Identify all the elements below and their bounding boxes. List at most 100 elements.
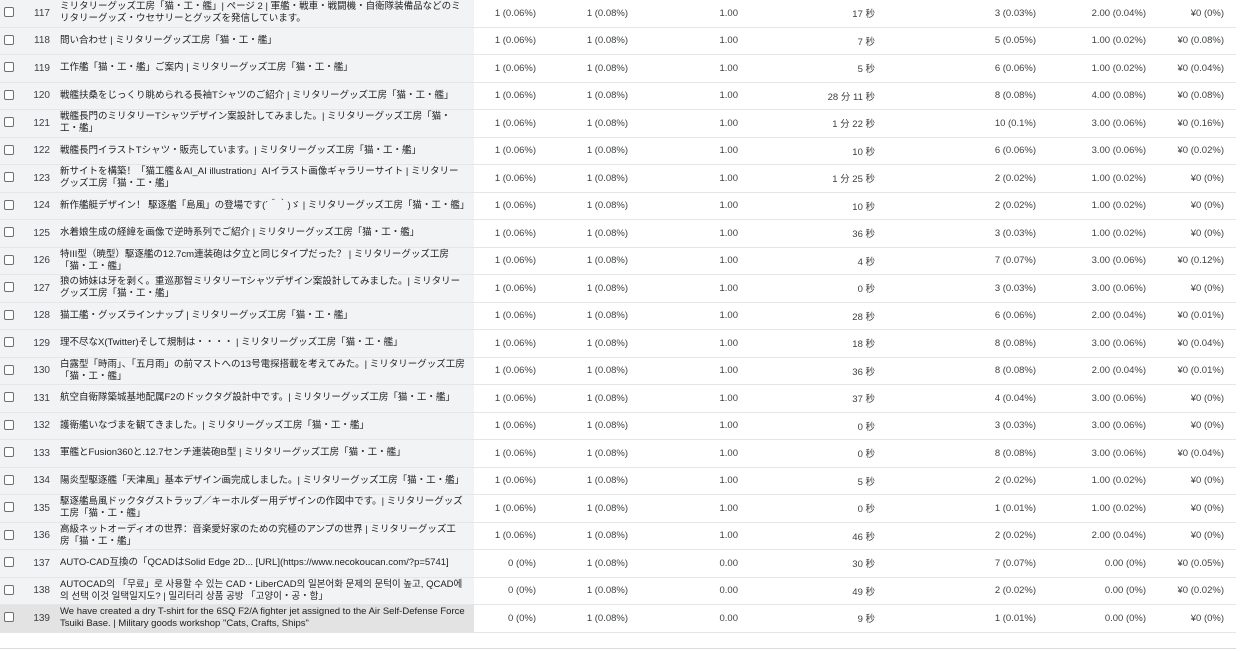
- page-title-cell[interactable]: 猫工艦・グッズラインナップ | ミリタリーグッズ工房「猫・工・艦」: [60, 303, 465, 330]
- revenue-cell: ¥0 (0%): [1190, 502, 1224, 514]
- page-title-cell[interactable]: ミリタリーグッズ工房「猫・工・艦」| ページ 2 | 軍艦・戦車・戦闘機・自衛隊…: [60, 0, 465, 27]
- table-row[interactable]: 139 We have created a dry T-shirt for th…: [0, 605, 1236, 633]
- table-row[interactable]: 137 AUTO-CAD互換の「QCADはSolid Edge 2D... [U…: [0, 550, 1236, 578]
- page-title-cell[interactable]: We have created a dry T-shirt for the 6S…: [60, 605, 465, 632]
- table-row[interactable]: 118 問い合わせ | ミリタリーグッズ工房「猫・工・艦」 1 (0.06%) …: [0, 27, 1236, 55]
- table-row[interactable]: 136 高級ネットオーディオの世界：音楽愛好家のための究極のアンプの世界 | ミ…: [0, 522, 1236, 550]
- page-title-cell[interactable]: 白露型「時雨」、「五月雨」の前マストへの13号電探搭載を考えてみた。| ミリタリ…: [60, 358, 465, 385]
- row-checkbox[interactable]: [4, 612, 14, 622]
- users-cell: 1 (0.08%): [586, 475, 628, 487]
- table-row[interactable]: 121 戦艦長門のミリタリーTシャツデザイン案設計してみました。| ミリタリーグ…: [0, 110, 1236, 138]
- row-checkbox[interactable]: [4, 34, 14, 45]
- table-row[interactable]: 122 戦艦長門イラストTシャツ・販売しています。| ミリタリーグッズ工房「猫・…: [0, 137, 1236, 165]
- table-row[interactable]: 128 猫工艦・グッズラインナップ | ミリタリーグッズ工房「猫・工・艦」 1 …: [0, 302, 1236, 330]
- page-title-cell[interactable]: 陽炎型駆逐艦「天津風」基本デザイン画完成しました。| ミリタリーグッズ工房「猫・…: [60, 468, 465, 495]
- revenue-cell: ¥0 (0.04%): [1177, 62, 1224, 74]
- page-title-cell[interactable]: 理不尽なX(Twitter)そして規制は・・・・ | ミリタリーグッズ工房「猫・…: [60, 330, 465, 357]
- key-events-cell: 3.00 (0.06%): [1091, 447, 1146, 459]
- row-index: 122: [33, 145, 50, 157]
- row-checkbox[interactable]: [4, 7, 14, 17]
- table-row[interactable]: 138 AUTOCAD의 「무료」로 사용할 수 있는 CAD・LiberCAD…: [0, 577, 1236, 605]
- page-title-cell[interactable]: 新サイトを構築！「猫工艦＆AI_AI illustration」AIイラスト画像…: [60, 165, 465, 192]
- row-checkbox[interactable]: [4, 447, 14, 457]
- page-title-cell[interactable]: 狼の姉妹は牙を剥く。重巡那智ミリタリーTシャツデザイン案設計してみました。| ミ…: [60, 275, 465, 302]
- row-checkbox[interactable]: [4, 502, 14, 512]
- sessions-cell: 1 (0.06%): [494, 365, 536, 377]
- engagement-time-cell: 49 秒: [852, 586, 875, 598]
- event-count-cell: 1 (0.01%): [994, 502, 1036, 514]
- table-row[interactable]: 130 白露型「時雨」、「五月雨」の前マストへの13号電探搭載を考えてみた。| …: [0, 357, 1236, 385]
- table-row[interactable]: 132 護衛艦いなづまを観てきました。| ミリタリーグッズ工房「猫・工・艦」 1…: [0, 412, 1236, 440]
- table-row[interactable]: 135 駆逐艦島風ドックタグストラップ／キーホルダー用デザインの作図中です。| …: [0, 495, 1236, 523]
- table-row[interactable]: 125 水着娘生成の経緯を画像で逆時系列でご紹介 | ミリタリーグッズ工房「猫・…: [0, 220, 1236, 248]
- table-row[interactable]: 120 戦艦扶桑をじっくり眺められる長袖Tシャツのご紹介 | ミリタリーグッズ工…: [0, 82, 1236, 110]
- row-checkbox[interactable]: [4, 117, 14, 127]
- table-row[interactable]: 119 工作艦「猫・工・艦」ご案内 | ミリタリーグッズ工房「猫・工・艦」 1 …: [0, 55, 1236, 83]
- sessions-cell: 0 (0%): [508, 585, 536, 597]
- page-title-cell[interactable]: 水着娘生成の経緯を画像で逆時系列でご紹介 | ミリタリーグッズ工房「猫・工・艦」: [60, 220, 465, 247]
- key-events-cell: 3.00 (0.06%): [1091, 337, 1146, 349]
- table-row[interactable]: 129 理不尽なX(Twitter)そして規制は・・・・ | ミリタリーグッズ工…: [0, 330, 1236, 358]
- row-checkbox[interactable]: [4, 144, 14, 155]
- table-row[interactable]: 123 新サイトを構築！「猫工艦＆AI_AI illustration」AIイラ…: [0, 165, 1236, 193]
- row-checkbox[interactable]: [4, 337, 14, 347]
- page-title-cell[interactable]: 戦艦扶桑をじっくり眺められる長袖Tシャツのご紹介 | ミリタリーグッズ工房「猫・…: [60, 83, 465, 110]
- key-events-cell: 3.00 (0.06%): [1091, 392, 1146, 404]
- row-checkbox[interactable]: [4, 392, 14, 402]
- views-per-user-cell: 1.00: [719, 35, 739, 47]
- sessions-cell: 1 (0.06%): [494, 337, 536, 349]
- row-checkbox[interactable]: [4, 309, 14, 320]
- page-title-cell[interactable]: 高級ネットオーディオの世界：音楽愛好家のための究極のアンプの世界 | ミリタリー…: [60, 523, 465, 550]
- revenue-cell: ¥0 (0.04%): [1177, 447, 1224, 459]
- row-checkbox[interactable]: [4, 584, 14, 595]
- key-events-cell: 3.00 (0.06%): [1091, 145, 1146, 157]
- page-title-cell[interactable]: AUTOCAD의 「무료」로 사용할 수 있는 CAD・LiberCAD의 일본…: [60, 578, 465, 605]
- page-title-cell[interactable]: 戦艦長門イラストTシャツ・販売しています。| ミリタリーグッズ工房「猫・工・艦」: [60, 138, 465, 165]
- row-checkbox[interactable]: [4, 199, 14, 210]
- row-checkbox[interactable]: [4, 89, 14, 100]
- row-checkbox[interactable]: [4, 419, 14, 430]
- users-cell: 1 (0.08%): [586, 337, 628, 349]
- sessions-cell: 0 (0%): [508, 612, 536, 624]
- page-title-cell[interactable]: 特III型（暁型）駆逐艦の12.7cm連装砲は夕立と同じタイプだった？ | ミリ…: [60, 248, 465, 275]
- page-title-cell[interactable]: 新作艦艇デザイン！ 駆逐艦「島風」の登場です(´＾｀)ゞ | ミリタリーグッズ工…: [60, 193, 465, 220]
- key-events-cell: 1.00 (0.02%): [1091, 475, 1146, 487]
- key-events-cell: 3.00 (0.06%): [1091, 117, 1146, 129]
- table-row[interactable]: 134 陽炎型駆逐艦「天津風」基本デザイン画完成しました。| ミリタリーグッズ工…: [0, 467, 1236, 495]
- page-title-cell[interactable]: 護衛艦いなづまを観てきました。| ミリタリーグッズ工房「猫・工・艦」: [60, 413, 465, 440]
- row-index: 138: [33, 585, 50, 597]
- revenue-cell: ¥0 (0.02%): [1177, 145, 1224, 157]
- row-checkbox[interactable]: [4, 282, 14, 292]
- row-index: 126: [33, 255, 50, 267]
- page-title-cell[interactable]: 駆逐艦島風ドックタグストラップ／キーホルダー用デザインの作図中です。| ミリタリ…: [60, 495, 465, 522]
- event-count-cell: 3 (0.03%): [994, 420, 1036, 432]
- page-title-cell[interactable]: 戦艦長門のミリタリーTシャツデザイン案設計してみました。| ミリタリーグッズ工房…: [60, 110, 465, 137]
- page-title-cell[interactable]: 航空自衛隊築城基地配属F2のドックタグ設計中です。| ミリタリーグッズ工房「猫・…: [60, 385, 465, 412]
- row-checkbox[interactable]: [4, 529, 14, 540]
- table-row[interactable]: 131 航空自衛隊築城基地配属F2のドックタグ設計中です。| ミリタリーグッズ工…: [0, 385, 1236, 413]
- page-title-cell[interactable]: 問い合わせ | ミリタリーグッズ工房「猫・工・艦」: [60, 28, 465, 55]
- engagement-time-cell: 5 秒: [857, 476, 875, 488]
- row-checkbox[interactable]: [4, 557, 14, 567]
- row-index: 134: [33, 475, 50, 487]
- users-cell: 1 (0.08%): [586, 612, 628, 624]
- sessions-cell: 1 (0.06%): [494, 282, 536, 294]
- page-title-cell[interactable]: 工作艦「猫・工・艦」ご案内 | ミリタリーグッズ工房「猫・工・艦」: [60, 55, 465, 82]
- table-row[interactable]: 133 軍艦とFusion360と.12.7センチ連装砲B型 | ミリタリーグッ…: [0, 440, 1236, 468]
- table-row[interactable]: 124 新作艦艇デザイン！ 駆逐艦「島風」の登場です(´＾｀)ゞ | ミリタリー…: [0, 192, 1236, 220]
- row-checkbox[interactable]: [4, 254, 14, 265]
- table-row[interactable]: 127 狼の姉妹は牙を剥く。重巡那智ミリタリーTシャツデザイン案設計してみました…: [0, 275, 1236, 303]
- row-checkbox[interactable]: [4, 227, 14, 237]
- row-checkbox[interactable]: [4, 364, 14, 375]
- row-checkbox[interactable]: [4, 474, 14, 485]
- row-checkbox[interactable]: [4, 62, 14, 72]
- row-index: 131: [33, 392, 50, 404]
- event-count-cell: 6 (0.06%): [994, 62, 1036, 74]
- page-title-cell[interactable]: AUTO-CAD互換の「QCADはSolid Edge 2D... [URL](…: [60, 550, 465, 577]
- table-row[interactable]: 117 ミリタリーグッズ工房「猫・工・艦」| ページ 2 | 軍艦・戦車・戦闘機…: [0, 0, 1236, 28]
- engagement-time-cell: 10 秒: [852, 146, 875, 158]
- table-row[interactable]: 126 特III型（暁型）駆逐艦の12.7cm連装砲は夕立と同じタイプだった？ …: [0, 247, 1236, 275]
- row-checkbox[interactable]: [4, 172, 14, 182]
- event-count-cell: 6 (0.06%): [994, 145, 1036, 157]
- page-title-cell[interactable]: 軍艦とFusion360と.12.7センチ連装砲B型 | ミリタリーグッズ工房「…: [60, 440, 465, 467]
